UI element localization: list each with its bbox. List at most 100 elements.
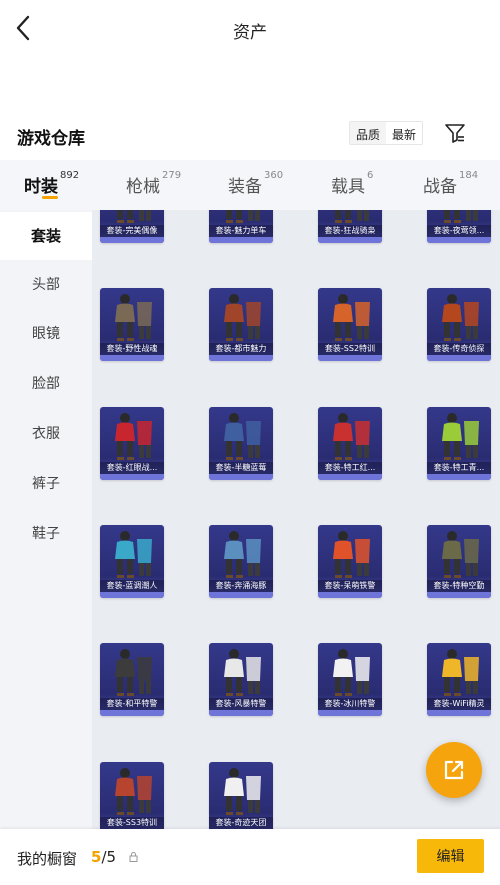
item-name: 套装-特种空勤 xyxy=(427,580,491,592)
item-card[interactable]: 套装-SS3特训 xyxy=(100,762,164,830)
rarity-bar xyxy=(209,592,273,598)
section-title: 游戏仓库 xyxy=(17,129,85,149)
item-name: 套装-狂战骑枭 xyxy=(318,225,382,237)
rarity-bar xyxy=(318,710,382,716)
rarity-bar xyxy=(209,237,273,243)
tab-vehicles[interactable]: 载具6 xyxy=(331,170,374,197)
sort-option-latest[interactable]: 最新 xyxy=(386,122,423,144)
item-card[interactable]: 套装-奇迹天团 xyxy=(209,762,273,830)
showcase-total: 5 xyxy=(106,848,117,866)
item-card[interactable]: 套装-半糖蓝莓 xyxy=(209,407,273,480)
item-card[interactable]: 套装-冰川特警 xyxy=(318,643,382,716)
edit-button[interactable]: 编辑 xyxy=(417,839,484,873)
outfit-icon xyxy=(333,531,370,578)
item-card[interactable]: 套装-特工红... xyxy=(318,407,382,480)
outfit-icon xyxy=(333,649,370,696)
item-card[interactable]: 套装-夜莺领... xyxy=(427,210,491,243)
sort-option-quality[interactable]: 品质 xyxy=(350,122,387,144)
item-name: 套装-冰川特警 xyxy=(318,698,382,710)
item-name: 套装-SS3特训 xyxy=(100,817,164,829)
outfit-icon xyxy=(335,210,369,223)
item-card[interactable]: 套装-特工青... xyxy=(427,407,491,480)
outfit-icon xyxy=(117,210,151,223)
tab-count: 360 xyxy=(264,170,284,181)
sidebar-item-sets[interactable]: 套装 xyxy=(0,212,92,260)
outfit-icon xyxy=(115,413,152,460)
item-name: 套装-SS2特训 xyxy=(318,343,382,355)
outfit-icon xyxy=(224,649,261,696)
item-card[interactable]: 套装-红眼战... xyxy=(100,407,164,480)
sidebar-item-pants[interactable]: 裤子 xyxy=(0,460,92,508)
outfit-icon xyxy=(224,413,261,460)
filter-icon[interactable] xyxy=(444,122,466,144)
item-card[interactable]: 套装-奔涌海豚 xyxy=(209,525,273,598)
rarity-bar xyxy=(100,592,164,598)
item-card[interactable]: 套装-狂战骑枭 xyxy=(318,210,382,243)
tab-count: 279 xyxy=(162,170,182,181)
sidebar-item-face[interactable]: 脸部 xyxy=(0,360,92,408)
item-card[interactable]: 套装-呆萌铁警 xyxy=(318,525,382,598)
tab-label: 时装 xyxy=(24,177,58,197)
tab-label: 载具 xyxy=(331,177,365,197)
page-title: 资产 xyxy=(233,23,267,43)
tab-weapons[interactable]: 枪械279 xyxy=(126,170,182,197)
outfit-icon xyxy=(224,294,261,341)
sidebar-item-glasses[interactable]: 眼镜 xyxy=(0,310,92,358)
item-name: 套装-传奇侦探 xyxy=(427,343,491,355)
item-card[interactable]: 套装-风暴特警 xyxy=(209,643,273,716)
item-card[interactable]: 套装-特种空勤 xyxy=(427,525,491,598)
showcase-label: 我的橱窗 xyxy=(17,850,78,868)
item-card[interactable]: 套装-WiFi精灵 xyxy=(427,643,491,716)
tab-label: 装备 xyxy=(228,177,262,197)
sidebar-item-clothes[interactable]: 衣服 xyxy=(0,410,92,458)
item-name: 套装-WiFi精灵 xyxy=(427,698,491,710)
outfit-icon xyxy=(442,413,479,460)
rarity-bar xyxy=(318,355,382,361)
outfit-icon xyxy=(444,210,478,223)
top-bar: 资产 xyxy=(0,0,500,58)
item-card[interactable]: 套装-SS2特训 xyxy=(318,288,382,361)
rarity-bar xyxy=(100,474,164,480)
tab-equipment[interactable]: 装备360 xyxy=(228,170,284,197)
item-card[interactable]: 套装-蓝调潮人 xyxy=(100,525,164,598)
rarity-bar xyxy=(100,237,164,243)
item-card[interactable]: 套装-和平特警 xyxy=(100,643,164,716)
rarity-bar xyxy=(318,237,382,243)
item-card[interactable]: 套装-野性战魂 xyxy=(100,288,164,361)
outfit-icon xyxy=(115,649,152,696)
tab-fashion[interactable]: 时装892 xyxy=(24,170,79,197)
share-button[interactable] xyxy=(426,742,482,798)
item-name: 套装-都市魅力 xyxy=(209,343,273,355)
item-name: 套装-呆萌铁警 xyxy=(318,580,382,592)
sidebar-item-head[interactable]: 头部 xyxy=(0,261,92,309)
sidebar-item-shoes[interactable]: 鞋子 xyxy=(0,510,92,558)
item-card[interactable]: 套装-魅力单车 xyxy=(209,210,273,243)
item-grid: 套装-完美偶像 套装-魅力单车 套装-狂战骑枭 套装-夜莺领... 套装-野性战魂 套装-… xyxy=(92,210,500,830)
rarity-bar xyxy=(100,355,164,361)
item-name: 套装-魅力单车 xyxy=(209,225,273,237)
item-card[interactable]: 套装-都市魅力 xyxy=(209,288,273,361)
outfit-icon xyxy=(226,210,260,223)
item-card[interactable]: 套装-传奇侦探 xyxy=(427,288,491,361)
outfit-icon xyxy=(224,531,261,578)
section-header: 游戏仓库 xyxy=(0,110,500,158)
item-name: 套装-半糖蓝莓 xyxy=(209,462,273,474)
outfit-icon xyxy=(115,294,152,341)
item-card[interactable]: 套装-完美偶像 xyxy=(100,210,164,243)
outfit-icon xyxy=(115,768,152,815)
outfit-icon xyxy=(442,649,479,696)
rarity-bar xyxy=(427,237,491,243)
item-name: 套装-红眼战... xyxy=(100,462,164,474)
item-name: 套装-奇迹天团 xyxy=(209,817,273,829)
outfit-icon xyxy=(333,413,370,460)
tab-gear[interactable]: 战备184 xyxy=(423,170,479,197)
item-name: 套装-夜莺领... xyxy=(427,225,491,237)
item-name: 套装-特工青... xyxy=(427,462,491,474)
rarity-bar xyxy=(318,474,382,480)
tab-count: 6 xyxy=(367,170,374,181)
outfit-icon xyxy=(442,531,479,578)
item-name: 套装-完美偶像 xyxy=(100,225,164,237)
tab-count: 184 xyxy=(459,170,479,181)
item-name: 套装-特工红... xyxy=(318,462,382,474)
item-name: 套装-风暴特警 xyxy=(209,698,273,710)
